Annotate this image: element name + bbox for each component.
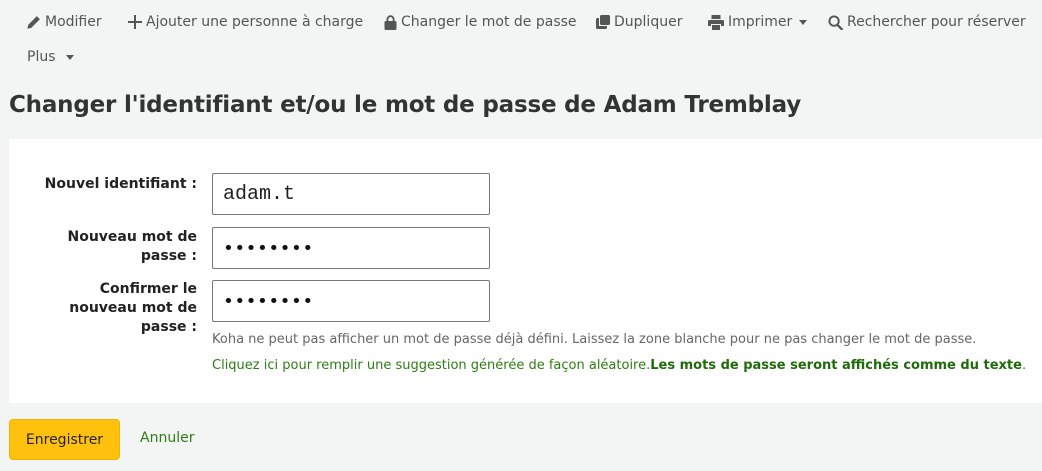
change-credentials-form: Nouvel identifiant : adam.t Nouveau mot … xyxy=(9,139,1042,403)
print-label: Imprimer xyxy=(728,14,793,30)
suggest-bold-text: Les mots de passe seront affichés comme … xyxy=(650,358,1022,373)
password-value: •••••••• xyxy=(223,237,314,259)
cancel-link[interactable]: Annuler xyxy=(140,430,194,446)
more-label: Plus xyxy=(27,49,56,65)
fill-random-password-link[interactable]: Cliquez ici pour remplir une suggestion … xyxy=(212,358,1026,373)
add-guarantee-label: Ajouter une personne à charge xyxy=(146,14,364,30)
search-to-hold-label: Rechercher pour réserver xyxy=(847,14,1026,30)
plus-icon xyxy=(128,15,142,29)
userid-input[interactable]: adam.t xyxy=(212,173,490,215)
userid-value: adam.t xyxy=(223,182,296,206)
password-label: Nouveau mot de passe : xyxy=(67,229,198,264)
page-title: Changer l'identifiant et/ou le mot de pa… xyxy=(9,92,802,118)
search-icon xyxy=(828,14,843,30)
edit-button[interactable]: Modifier xyxy=(26,14,102,30)
search-to-hold-button[interactable]: Rechercher pour réserver xyxy=(828,14,1026,30)
password-hint: Koha ne peut pas afficher un mot de pass… xyxy=(212,332,977,347)
suggest-end: . xyxy=(1021,358,1027,373)
save-button[interactable]: Enregistrer xyxy=(9,419,120,460)
pencil-icon xyxy=(27,15,40,29)
duplicate-button[interactable]: Dupliquer xyxy=(596,14,682,30)
userid-label: Nouvel identifiant : xyxy=(44,176,197,192)
print-button[interactable]: Imprimer xyxy=(708,14,808,30)
suggest-text: Cliquez ici pour remplir une suggestion … xyxy=(212,358,651,373)
edit-label: Modifier xyxy=(45,14,102,30)
printer-icon xyxy=(708,14,724,30)
change-password-label: Changer le mot de passe xyxy=(401,14,577,30)
more-menu-button[interactable]: Plus xyxy=(27,49,74,65)
duplicate-label: Dupliquer xyxy=(614,14,683,30)
lock-icon xyxy=(384,14,397,30)
confirm-password-value: •••••••• xyxy=(223,290,314,312)
confirm-password-input[interactable]: •••••••• xyxy=(212,280,490,322)
patron-toolbar: Modifier Ajouter une personne à charge C… xyxy=(0,0,1042,80)
password-input[interactable]: •••••••• xyxy=(212,227,490,269)
confirm-password-label: Confirmer le nouveau mot de passe : xyxy=(69,281,197,335)
add-guarantee-button[interactable]: Ajouter une personne à charge xyxy=(128,14,363,30)
caret-down-icon xyxy=(799,20,808,25)
caret-down-icon xyxy=(65,55,74,60)
change-password-button[interactable]: Changer le mot de passe xyxy=(384,14,577,30)
copy-icon xyxy=(596,15,610,29)
